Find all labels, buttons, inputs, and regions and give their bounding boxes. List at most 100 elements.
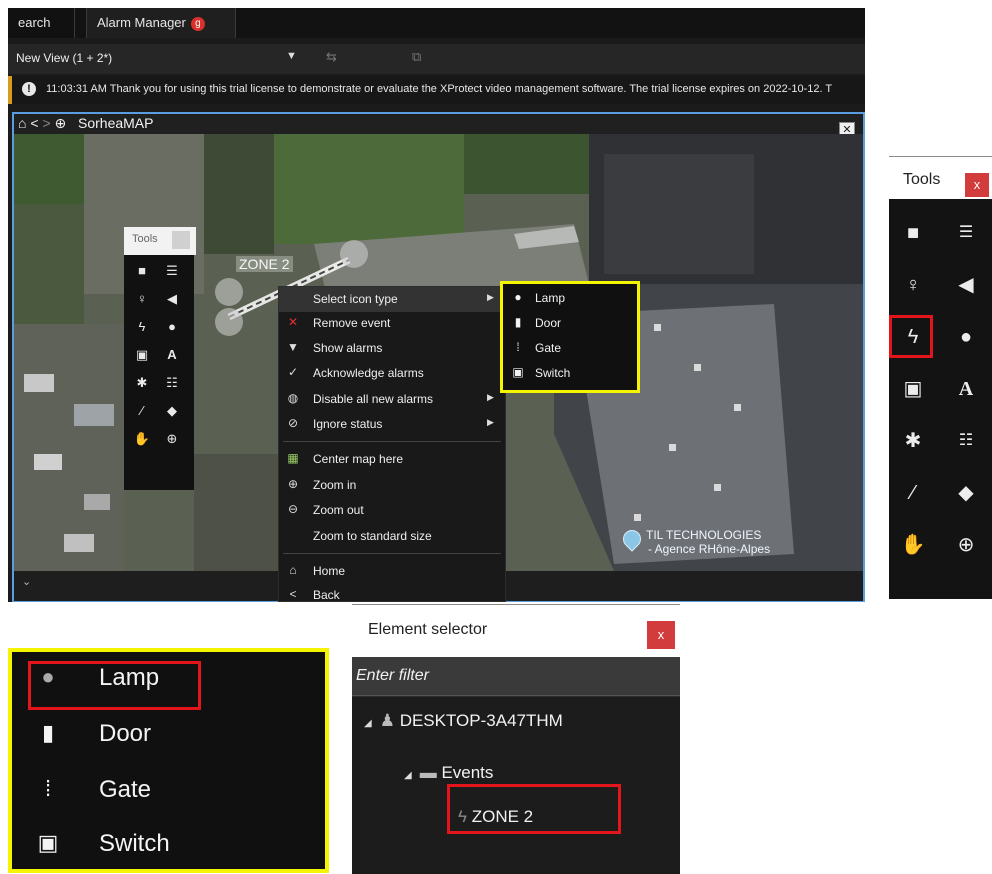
map-nav-buttons: ⌂ < > ⊕ xyxy=(18,115,66,132)
lamp-icon: ● xyxy=(514,290,522,304)
selection-icon[interactable]: ▣ xyxy=(899,375,927,403)
camera-icon[interactable]: ■ xyxy=(899,219,927,247)
menu-item-acknowledge-alarms[interactable]: ✓ Acknowledge alarms xyxy=(279,361,505,386)
element-selector-header: Element selector x xyxy=(352,605,680,657)
icon-type-submenu: ● Lamp ▮ Door ⁞ Gate ▣ Switch xyxy=(500,281,640,393)
camera-icon[interactable]: ■ xyxy=(132,261,152,281)
menu-item-disable-new-alarms[interactable]: ◍ Disable all new alarms ▶ xyxy=(279,387,505,412)
expand-triangle-icon[interactable]: ◢ xyxy=(364,718,372,729)
color-picker-icon[interactable]: ⁄ xyxy=(132,401,152,421)
home-icon[interactable]: ⌂ xyxy=(18,115,26,131)
setup-icon[interactable]: ⇆ xyxy=(326,49,337,65)
home-icon: ⌂ xyxy=(289,563,297,577)
x-icon: ✕ xyxy=(287,315,299,329)
speaker-icon[interactable]: ◀ xyxy=(162,289,182,309)
submenu-arrow-icon: ▶ xyxy=(487,392,494,402)
speaker-icon[interactable]: ◀ xyxy=(952,271,980,299)
switch-icon: ▣ xyxy=(512,365,524,379)
fill-icon[interactable]: ◆ xyxy=(162,401,182,421)
lamp-icon[interactable]: ● xyxy=(952,323,980,351)
tab-label: Alarm Manager xyxy=(97,15,186,30)
view-toolbar: New View (1 + 2*) ▼ ⇆ ⧉ xyxy=(8,44,865,74)
hand-icon[interactable]: ✋ xyxy=(132,429,152,449)
selection-icon[interactable]: ▣ xyxy=(132,345,152,365)
zoom-out-icon: ⊖ xyxy=(287,502,299,516)
mini-tools-palette: Tools ■ ☰ ♀ ◀ ϟ ● ▣ A ✱ ☷ ⁄ ◆ ✋ ⊕ xyxy=(124,227,196,490)
menu-item-label: Home xyxy=(313,564,346,578)
folder-icon: ▬ xyxy=(419,763,437,782)
chevron-down-icon[interactable]: ⌄ xyxy=(22,575,31,588)
forward-icon[interactable]: > xyxy=(42,115,50,131)
context-menu: Select icon type ▶ ✕ Remove event ▼ Show… xyxy=(278,286,506,602)
microphone-icon[interactable]: ♀ xyxy=(132,289,152,309)
submenu-item-lamp[interactable]: ● Lamp xyxy=(503,286,637,311)
menu-item-label: Zoom in xyxy=(313,478,357,492)
submenu-item-gate[interactable]: ⁞ Gate xyxy=(12,764,325,820)
back-icon[interactable]: < xyxy=(30,115,38,131)
menu-item-zoom-in[interactable]: ⊕ Zoom in xyxy=(279,473,505,498)
globe-icon[interactable]: ⊕ xyxy=(952,531,980,559)
filter-input[interactable]: Enter filter xyxy=(352,657,680,696)
view-selector[interactable]: New View (1 + 2*) xyxy=(16,51,112,65)
tools-panel-close-button[interactable]: x xyxy=(965,173,989,197)
submenu-item-switch[interactable]: ▣ Switch xyxy=(12,818,325,874)
tree-node-label: DESKTOP-3A47THM xyxy=(399,711,563,730)
menu-item-remove-event[interactable]: ✕ Remove event xyxy=(279,311,505,336)
submenu-item-door[interactable]: ▮ Door xyxy=(503,311,637,336)
fill-icon[interactable]: ◆ xyxy=(952,479,980,507)
menu-item-zoom-out[interactable]: ⊖ Zoom out xyxy=(279,498,505,523)
submenu-item-gate[interactable]: ⁞ Gate xyxy=(503,336,637,361)
text-icon[interactable]: A xyxy=(162,345,182,365)
tab-search[interactable]: earch xyxy=(8,8,75,38)
tools-panel-title: Tools xyxy=(903,171,941,188)
tab-bar: earch Alarm Manager g xyxy=(8,8,865,38)
expand-triangle-icon[interactable]: ◢ xyxy=(404,770,412,781)
globe-icon[interactable]: ⊕ xyxy=(162,429,182,449)
trial-license-notice: ! 11:03:31 AM Thank you for using this t… xyxy=(8,76,865,104)
gate-icon: ⁞ xyxy=(44,776,52,801)
color-picker-icon[interactable]: ⁄ xyxy=(899,479,927,507)
menu-item-label: Show alarms xyxy=(313,341,383,355)
layout-icon[interactable]: ⧉ xyxy=(412,49,421,65)
tree-node-events[interactable]: ◢ ▬ Events xyxy=(404,763,493,783)
server-icon[interactable]: ☰ xyxy=(952,219,980,247)
menu-item-center-map[interactable]: ▦ Center map here xyxy=(279,447,505,472)
menu-item-home[interactable]: ⌂ Home xyxy=(279,559,505,584)
submenu-arrow-icon: ▶ xyxy=(487,292,494,302)
plugin-icon[interactable]: ✱ xyxy=(899,427,927,455)
tree-node-root[interactable]: ◢ ♟ DESKTOP-3A47THM xyxy=(364,711,563,731)
text-icon[interactable]: A xyxy=(952,375,980,403)
menu-item-zoom-standard[interactable]: Zoom to standard size xyxy=(279,524,505,549)
io-icon[interactable]: ☷ xyxy=(952,427,980,455)
map-title: SorheaMAP xyxy=(78,115,154,131)
menu-item-select-icon-type[interactable]: Select icon type ▶ xyxy=(279,287,505,312)
event-icon[interactable]: ϟ xyxy=(132,317,152,337)
io-icon[interactable]: ☷ xyxy=(162,373,182,393)
element-selector-close-button[interactable]: x xyxy=(647,621,675,649)
notification-badge-icon: g xyxy=(190,16,205,31)
mini-tools-close-button[interactable] xyxy=(172,231,190,249)
lamp-icon[interactable]: ● xyxy=(162,317,182,337)
plugin-icon[interactable]: ✱ xyxy=(132,373,152,393)
server-icon[interactable]: ☰ xyxy=(162,261,182,281)
alert-icon: ! xyxy=(22,82,36,96)
submenu-item-label: Door xyxy=(535,316,562,330)
submenu-item-label: Gate xyxy=(535,341,562,355)
menu-item-back[interactable]: < Back xyxy=(279,583,505,601)
menu-item-show-alarms[interactable]: ▼ Show alarms xyxy=(279,336,505,361)
menu-item-label: Acknowledge alarms xyxy=(313,366,424,380)
hand-icon[interactable]: ✋ xyxy=(899,531,927,559)
microphone-icon[interactable]: ♀ xyxy=(899,271,927,299)
zone-2-highlight xyxy=(447,784,621,834)
menu-separator xyxy=(283,441,501,442)
tab-alarm-manager[interactable]: Alarm Manager g xyxy=(86,8,236,38)
menu-item-label: Center map here xyxy=(313,452,404,466)
menu-item-ignore-status[interactable]: ⊘ Ignore status ▶ xyxy=(279,412,505,437)
submenu-item-door[interactable]: ▮ Door xyxy=(12,708,325,764)
triangle-down-icon[interactable]: ▼ xyxy=(286,50,297,62)
event-tool-highlight xyxy=(889,315,933,358)
submenu-item-switch[interactable]: ▣ Switch xyxy=(503,361,637,386)
lamp-highlight xyxy=(28,661,201,710)
zone-label[interactable]: ZONE 2 xyxy=(236,256,293,272)
map-header: ⌂ < > ⊕ SorheaMAP ✕ xyxy=(14,114,863,138)
